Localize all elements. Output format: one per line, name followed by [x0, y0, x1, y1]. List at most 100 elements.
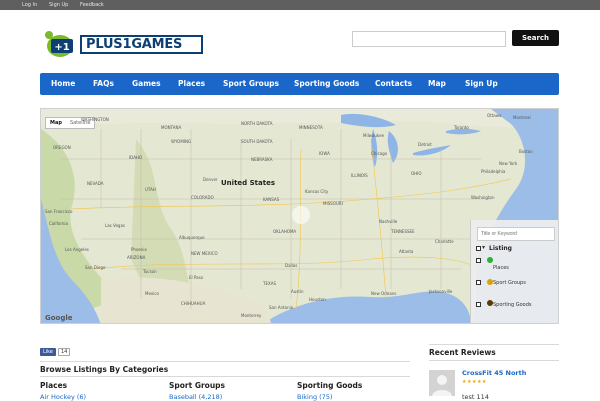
map-label: Montreal: [513, 115, 531, 120]
nav-map[interactable]: Map: [428, 73, 446, 95]
signup-link[interactable]: Sign Up: [49, 1, 68, 9]
map-label: TEXAS: [263, 281, 276, 286]
listing-title: Listing: [489, 245, 512, 252]
logo-text: PLUS1GAMES: [80, 35, 203, 54]
divider: [429, 360, 559, 361]
map-label: MISSOURI: [323, 201, 343, 206]
map-label: New York: [499, 161, 518, 166]
rating-stars-icon: ★★★★★: [462, 379, 487, 385]
map-label: Denver: [203, 177, 218, 182]
map-label: Philadelphia: [481, 169, 506, 174]
map-label: WASHINGTON: [81, 117, 109, 122]
map-label: Los Angeles: [65, 247, 89, 252]
sporting-goods-checkbox[interactable]: [476, 302, 481, 307]
category-sport-groups-title: Sport Groups: [169, 381, 225, 390]
divider: [429, 344, 559, 345]
nav-home[interactable]: Home: [51, 73, 75, 95]
map-label: Kansas City: [305, 189, 329, 194]
map-label: CHIHUAHUA: [181, 301, 206, 306]
map-label: Chicago: [371, 151, 388, 156]
divider: [40, 376, 410, 377]
nav-sign-up[interactable]: Sign Up: [465, 73, 498, 95]
map-label: Houston: [309, 297, 326, 302]
map-label: San Diego: [85, 265, 106, 270]
mascot-icon: +1: [45, 31, 73, 57]
map-label: Detroit: [418, 142, 432, 147]
listing-filter-panel: ▾ Listing Places Sport Groups Sporting G…: [470, 220, 558, 323]
category-sporting-goods-title: Sporting Goods: [297, 381, 363, 390]
category-places-title: Places: [40, 381, 68, 390]
facebook-like[interactable]: Like 14: [40, 347, 71, 357]
map-country-label: United States: [221, 179, 275, 187]
like-button[interactable]: Like: [40, 348, 56, 356]
map-label: Tucson: [143, 269, 157, 274]
recent-reviews-title: Recent Reviews: [429, 348, 496, 357]
places-checkbox[interactable]: [476, 258, 481, 263]
nav-contacts[interactable]: Contacts: [375, 73, 412, 95]
map-label: IDAHO: [129, 155, 143, 160]
map-label: Milwaukee: [363, 133, 385, 138]
like-count: 14: [57, 348, 71, 356]
nav-sporting-goods[interactable]: Sporting Goods: [294, 73, 359, 95]
map-label: Albuquerque: [179, 235, 205, 240]
listing-checkbox[interactable]: [476, 246, 481, 251]
map-type-map[interactable]: Map: [46, 118, 66, 128]
map-label: COLORADO: [191, 195, 214, 200]
map-label: Toronto: [454, 125, 469, 130]
search-input[interactable]: [352, 31, 506, 47]
map-label: Boston: [519, 149, 533, 154]
map-label: Austin: [291, 289, 304, 294]
avatar: [429, 370, 455, 396]
review-listing-link[interactable]: CrossFit 45 North: [462, 369, 526, 377]
map-label: Las Vegas: [105, 223, 125, 228]
map-label: OREGON: [53, 145, 71, 150]
collapse-arrow-icon[interactable]: ▾: [482, 244, 485, 251]
nav-faqs[interactable]: FAQs: [93, 73, 114, 95]
nav-places[interactable]: Places: [178, 73, 205, 95]
map-label: Monterrey: [241, 313, 262, 318]
map-label: Phoenix: [131, 247, 147, 252]
places-marker-icon: [487, 257, 493, 263]
filter-places[interactable]: Places: [493, 265, 533, 272]
map-label: San Francisco: [45, 209, 73, 214]
map-label: ARIZONA: [127, 255, 146, 260]
map-label: California: [49, 221, 68, 226]
login-link[interactable]: Log In: [22, 1, 37, 9]
map-label: NEW MEXICO: [191, 251, 218, 256]
map-label: El Paso: [189, 275, 204, 280]
map-label: NORTH DAKOTA: [241, 121, 273, 126]
map-label: ILLINOIS: [351, 173, 368, 178]
map-label: Jacksonville: [429, 289, 453, 294]
map-label: MINNESOTA: [299, 125, 323, 130]
map-label: New Orleans: [371, 291, 397, 296]
map-label: NEVADA: [87, 181, 104, 186]
filter-sport-groups[interactable]: Sport Groups: [493, 280, 533, 287]
map-label: KANSAS: [263, 197, 280, 202]
keyword-input[interactable]: [477, 227, 555, 241]
map-label: OHIO: [411, 171, 422, 176]
map-label: Washington: [471, 195, 495, 200]
filter-sporting-goods[interactable]: Sporting Goods: [493, 302, 533, 309]
map-label: San Antonio: [269, 305, 294, 310]
map-label: Atlanta: [399, 249, 414, 254]
search-button[interactable]: Search: [512, 30, 559, 46]
feedback-link[interactable]: Feedback: [80, 1, 104, 9]
map-label: IOWA: [319, 151, 330, 156]
sport-groups-checkbox[interactable]: [476, 280, 481, 285]
browse-title: Browse Listings By Categories: [40, 365, 169, 374]
map-label: MONTANA: [161, 125, 182, 130]
user-icon: [429, 370, 455, 396]
map-label: TENNESSEE: [391, 229, 415, 234]
nav-sport-groups[interactable]: Sport Groups: [223, 73, 279, 95]
map-label: Mexico: [145, 291, 159, 296]
map-label: WYOMING: [171, 139, 192, 144]
map-label: Dallas: [285, 263, 298, 268]
nav-games[interactable]: Games: [132, 73, 161, 95]
google-logo: Google: [45, 314, 73, 322]
map-label: Charlotte: [435, 239, 454, 244]
map-label: OKLAHOMA: [273, 229, 297, 234]
map-label: UTAH: [145, 187, 156, 192]
logo-badge: +1: [54, 42, 69, 53]
divider: [40, 361, 410, 362]
site-logo[interactable]: +1 PLUS1GAMES: [40, 30, 205, 58]
